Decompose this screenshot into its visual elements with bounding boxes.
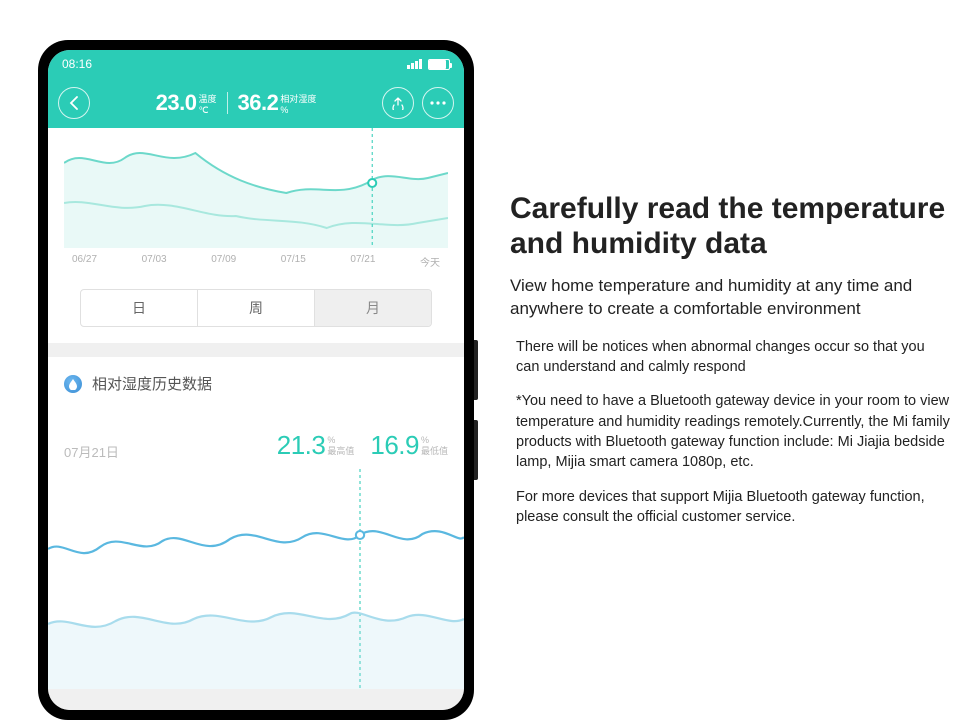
status-bar: 08:16 [48,50,464,78]
period-segment: 日 周 月 [80,289,432,327]
tick: 07/15 [281,254,306,269]
signal-icon [407,59,422,69]
header-actions [382,87,454,119]
segment-month[interactable]: 月 [315,290,431,326]
status-time: 08:16 [62,57,92,71]
chevron-left-icon [69,96,79,110]
marketing-heading: Carefully read the temperature and humid… [510,192,950,261]
header-temperature: 23.0 温度℃ [156,90,217,116]
phone-screen: 08:16 23.0 温度℃ [48,50,464,710]
temperature-chart-xticks: 06/27 07/03 07/09 07/15 07/21 今天 [64,248,448,281]
tick: 06/27 [72,254,97,269]
status-icons [407,59,450,70]
segment-week[interactable]: 周 [198,290,315,326]
phone-frame: 08:16 23.0 温度℃ [38,40,474,720]
battery-icon [428,59,450,70]
humidity-card: 相对湿度历史数据 07月21日 21.3%最高值 16.9%最低值 [48,357,464,689]
humidity-chart[interactable] [48,469,464,689]
humid-value: 36.2 [238,90,279,116]
more-horizontal-icon [430,101,446,105]
app-header: 23.0 温度℃ 36.2 相对湿度% [48,78,464,128]
marketing-subheading: View home temperature and humidity at an… [510,275,950,321]
marketing-copy: Carefully read the temperature and humid… [510,192,950,541]
temp-unit: 温度℃ [198,94,216,116]
segment-day[interactable]: 日 [81,290,198,326]
period-segment-wrap: 日 周 月 [64,281,448,343]
tick: 今天 [420,254,440,269]
humidity-title-text: 相对湿度历史数据 [92,373,212,394]
humidity-min: 16.9%最低值 [370,430,448,461]
water-drop-icon [64,375,82,393]
humid-unit: 相对湿度% [280,94,316,116]
share-button[interactable] [382,87,414,119]
content-area[interactable]: 06/27 07/03 07/09 07/15 07/21 今天 日 周 月 [48,128,464,710]
header-humidity: 36.2 相对湿度% [238,90,317,116]
temp-value: 23.0 [156,90,197,116]
more-button[interactable] [422,87,454,119]
upload-icon [391,96,405,110]
section-gap [48,343,464,357]
humidity-values: 21.3%最高值 16.9%最低值 [277,430,448,461]
marketing-para-2: *You need to have a Bluetooth gateway de… [510,391,950,472]
humidity-max: 21.3%最高值 [277,430,355,461]
tick: 07/03 [142,254,167,269]
humidity-readout: 07月21日 21.3%最高值 16.9%最低值 [48,410,464,469]
phone-volume-up [474,340,478,400]
temperature-chart-card: 06/27 07/03 07/09 07/15 07/21 今天 日 周 月 [48,128,464,343]
header-metrics: 23.0 温度℃ 36.2 相对湿度% [90,90,382,116]
phone-volume-down [474,420,478,480]
header-separator [227,92,228,114]
humidity-section-title: 相对湿度历史数据 [48,357,464,410]
tick: 07/09 [211,254,236,269]
marketing-para-1: There will be notices when abnormal chan… [510,337,950,378]
humidity-date: 07月21日 [64,442,119,461]
marketing-para-3: For more devices that support Mijia Blue… [510,487,950,528]
temperature-chart[interactable] [64,128,448,248]
tick: 07/21 [350,254,375,269]
back-button[interactable] [58,87,90,119]
